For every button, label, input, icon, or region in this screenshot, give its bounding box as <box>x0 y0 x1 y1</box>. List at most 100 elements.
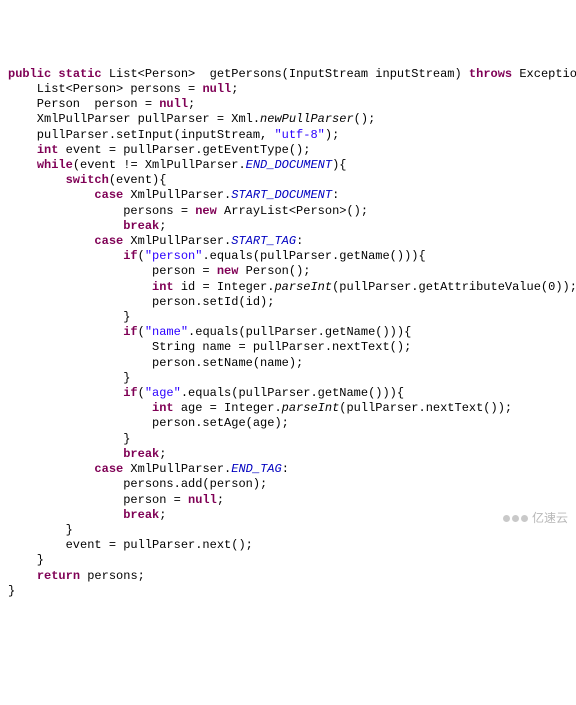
txt: person.setAge(age); <box>8 416 289 430</box>
txt <box>8 508 123 522</box>
txt: person = <box>8 493 188 507</box>
kw-new: new <box>217 264 239 278</box>
txt: ; <box>188 97 195 111</box>
kw-if: if <box>123 325 137 339</box>
string-literal: "name" <box>145 325 188 339</box>
txt: } <box>8 523 73 537</box>
string-literal: "utf-8" <box>274 128 324 142</box>
txt: person.setId(id); <box>8 295 274 309</box>
txt: id = Integer. <box>174 280 275 294</box>
txt: (pullParser.nextText()); <box>339 401 512 415</box>
txt: .equals(pullParser.getName())){ <box>188 325 411 339</box>
txt: XmlPullParser pullParser = Xml. <box>8 112 260 126</box>
kw-case: case <box>94 462 123 476</box>
kw-break: break <box>123 447 159 461</box>
txt: List<Person> persons = <box>8 82 202 96</box>
txt: .equals(pullParser.getName())){ <box>181 386 404 400</box>
kw-null: null <box>188 493 217 507</box>
txt: persons = <box>8 204 195 218</box>
watermark-text: 亿速云 <box>532 511 568 526</box>
kw-switch: switch <box>66 173 109 187</box>
txt <box>8 219 123 233</box>
txt: } <box>8 553 44 567</box>
txt: XmlPullParser. <box>123 188 231 202</box>
txt <box>8 447 123 461</box>
txt: ; <box>231 82 238 96</box>
txt: (event != XmlPullParser. <box>73 158 246 172</box>
txt: ; <box>159 219 166 233</box>
txt: Person(); <box>238 264 310 278</box>
return-type: List<Person> <box>109 67 203 81</box>
txt: } <box>8 371 130 385</box>
txt: ){ <box>332 158 346 172</box>
txt: ); <box>325 128 339 142</box>
kw-int: int <box>37 143 59 157</box>
method-sig: getPersons(InputStream inputStream) <box>210 67 462 81</box>
constant: END_TAG <box>231 462 281 476</box>
txt: ; <box>159 447 166 461</box>
constant: START_TAG <box>231 234 296 248</box>
txt <box>8 143 37 157</box>
txt <box>8 386 123 400</box>
txt <box>8 234 94 248</box>
txt <box>8 158 37 172</box>
txt: Person person = <box>8 97 159 111</box>
txt: age = Integer. <box>174 401 282 415</box>
txt <box>8 569 37 583</box>
string-literal: "age" <box>145 386 181 400</box>
kw-null: null <box>159 97 188 111</box>
kw-int: int <box>152 280 174 294</box>
txt: persons; <box>80 569 145 583</box>
txt <box>8 188 94 202</box>
txt: : <box>282 462 289 476</box>
txt: person = <box>8 264 217 278</box>
txt: (); <box>354 112 376 126</box>
kw-throws: throws <box>469 67 512 81</box>
method-call: parseInt <box>282 401 340 415</box>
kw-break: break <box>123 219 159 233</box>
txt <box>8 325 123 339</box>
txt <box>8 462 94 476</box>
method-call: parseInt <box>274 280 332 294</box>
txt: ; <box>159 508 166 522</box>
method-call: newPullParser <box>260 112 354 126</box>
string-literal: "person" <box>145 249 203 263</box>
txt: } <box>8 584 15 598</box>
txt: ; <box>217 493 224 507</box>
kw-null: null <box>202 82 231 96</box>
txt <box>8 173 66 187</box>
txt: ( <box>138 249 145 263</box>
code-block: public static List<Person> getPersons(In… <box>8 67 568 599</box>
kw-if: if <box>123 386 137 400</box>
txt: (pullParser.getAttributeValue(0)); <box>332 280 576 294</box>
txt: (event){ <box>109 173 167 187</box>
txt: ( <box>138 325 145 339</box>
kw-int: int <box>152 401 174 415</box>
tail: Exception{ <box>512 67 576 81</box>
kw-case: case <box>94 234 123 248</box>
txt: XmlPullParser. <box>123 234 231 248</box>
txt: ArrayList<Person>(); <box>217 204 368 218</box>
watermark: 亿速云 <box>503 511 568 526</box>
kw-if: if <box>123 249 137 263</box>
txt: pullParser.setInput(inputStream, <box>8 128 274 142</box>
kw-break: break <box>123 508 159 522</box>
txt: ( <box>138 386 145 400</box>
txt: person.setName(name); <box>8 356 303 370</box>
constant: START_DOCUMENT <box>231 188 332 202</box>
txt: persons.add(person); <box>8 477 267 491</box>
txt: : <box>332 188 339 202</box>
txt: String name = pullParser.nextText(); <box>8 340 411 354</box>
kw-return: return <box>37 569 80 583</box>
txt: } <box>8 310 130 324</box>
txt: event = pullParser.next(); <box>8 538 253 552</box>
kw-case: case <box>94 188 123 202</box>
constant: END_DOCUMENT <box>246 158 332 172</box>
txt <box>8 249 123 263</box>
kw-static: static <box>58 67 101 81</box>
txt <box>8 401 152 415</box>
txt: } <box>8 432 130 446</box>
kw-public: public <box>8 67 51 81</box>
kw-new: new <box>195 204 217 218</box>
kw-while: while <box>37 158 73 172</box>
